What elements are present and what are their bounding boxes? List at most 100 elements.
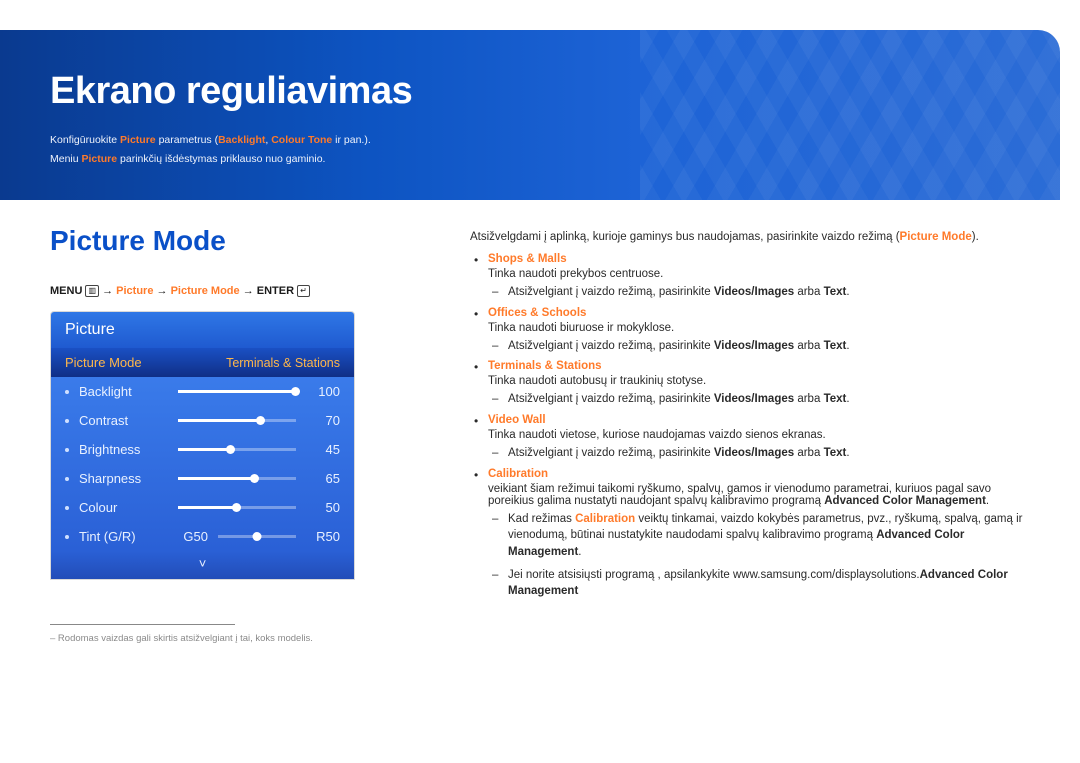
osd-item: Colour 50 bbox=[51, 493, 354, 522]
chapter-header: Ekrano reguliavimas Konfigūruokite Pictu… bbox=[0, 30, 1060, 200]
slider-knob bbox=[253, 532, 262, 541]
slider-fill bbox=[178, 419, 261, 422]
tint-r: R50 bbox=[306, 529, 340, 544]
chapter-title: Ekrano reguliavimas bbox=[50, 70, 1010, 113]
slider-fill bbox=[178, 506, 237, 509]
osd-tint-row: Tint (G/R) G50 R50 bbox=[51, 522, 354, 551]
tint-slider bbox=[218, 535, 296, 538]
osd-item-value: 45 bbox=[306, 442, 340, 457]
slider bbox=[178, 390, 296, 393]
text: ir pan.). bbox=[332, 134, 371, 146]
mode-sublist: Atsižvelgiant į vaizdo režimą, pasirinki… bbox=[488, 445, 1040, 462]
mode-sublist: Atsižvelgiant į vaizdo režimą, pasirinki… bbox=[488, 391, 1040, 408]
osd-item-value: 100 bbox=[306, 384, 340, 399]
menu-icon: ▥ bbox=[85, 285, 99, 297]
dot-icon bbox=[65, 419, 69, 423]
bc-arrow: → bbox=[102, 285, 116, 297]
mode-sublist: Kad režimas Calibration veiktų tinkamai,… bbox=[488, 511, 1040, 600]
text: parinkčių išdėstymas priklauso nuo gamin… bbox=[117, 153, 325, 165]
text: Backlight bbox=[218, 134, 265, 146]
osd-body: Backlight 100 Contrast 70 Brightness 45 Sharpn… bbox=[51, 377, 354, 551]
mode-desc: veikiant šiam režimui taikomi ryškumo, s… bbox=[488, 483, 1040, 507]
text: Picture bbox=[82, 153, 118, 165]
slider bbox=[178, 419, 296, 422]
osd-item-label: Contrast bbox=[79, 413, 174, 428]
mode-subitem: Kad režimas Calibration veiktų tinkamai,… bbox=[488, 511, 1040, 561]
mode-sublist: Atsižvelgiant į vaizdo režimą, pasirinki… bbox=[488, 284, 1040, 301]
mode-subitem: Atsižvelgiant į vaizdo režimą, pasirinki… bbox=[488, 391, 1040, 408]
section-title: Picture Mode bbox=[50, 225, 440, 257]
text: Picture Mode bbox=[900, 231, 972, 243]
bc-arrow: → bbox=[153, 285, 170, 297]
bc-enter: ENTER bbox=[257, 285, 294, 297]
page-content: Picture Mode MENU ▥ → Picture → Picture … bbox=[50, 225, 1040, 763]
osd-selected-row: Picture Mode Terminals & Stations bbox=[51, 348, 354, 377]
osd-item-value: 65 bbox=[306, 471, 340, 486]
mode-subitem: Atsižvelgiant į vaizdo režimą, pasirinki… bbox=[488, 445, 1040, 462]
osd-item: Backlight 100 bbox=[51, 377, 354, 406]
mode-subitem: Jei norite atsisiųsti programą , apsilan… bbox=[488, 567, 1040, 600]
slider bbox=[178, 448, 296, 451]
osd-item-label: Brightness bbox=[79, 442, 174, 457]
text: Konfigūruokite bbox=[50, 134, 120, 146]
chapter-subtitle: Konfigūruokite Picture parametrus (Backl… bbox=[50, 131, 1010, 169]
dot-icon bbox=[65, 390, 69, 394]
enter-icon: ↵ bbox=[297, 285, 310, 297]
dot-icon bbox=[65, 477, 69, 481]
osd-item-label: Tint (G/R) bbox=[79, 529, 174, 544]
text: Meniu bbox=[50, 153, 82, 165]
mode-name: Calibration bbox=[488, 468, 548, 480]
osd-selected-value: Terminals & Stations bbox=[226, 356, 340, 370]
osd-item-label: Backlight bbox=[79, 384, 174, 399]
mode-item: Calibration veikiant šiam režimui taikomi… bbox=[470, 468, 1040, 600]
bc-menu: MENU bbox=[50, 285, 82, 297]
menu-breadcrumb: MENU ▥ → Picture → Picture Mode → ENTER … bbox=[50, 285, 440, 297]
text: Picture bbox=[120, 134, 156, 146]
mode-name: Shops & Malls bbox=[488, 253, 567, 265]
left-column: Picture Mode MENU ▥ → Picture → Picture … bbox=[50, 225, 440, 644]
slider-fill bbox=[178, 477, 255, 480]
osd-item-label: Sharpness bbox=[79, 471, 174, 486]
osd-item: Contrast 70 bbox=[51, 406, 354, 435]
slider-fill bbox=[178, 390, 296, 393]
mode-name: Video Wall bbox=[488, 414, 546, 426]
dot-icon bbox=[65, 506, 69, 510]
osd-item-label: Colour bbox=[79, 500, 174, 515]
osd-item: Brightness 45 bbox=[51, 435, 354, 464]
bc-picture: Picture bbox=[116, 285, 153, 297]
mode-sublist: Atsižvelgiant į vaizdo režimą, pasirinki… bbox=[488, 338, 1040, 355]
osd-panel: Picture Picture Mode Terminals & Station… bbox=[50, 311, 355, 580]
text: Colour Tone bbox=[271, 134, 332, 146]
intro-text: Atsižvelgdami į aplinką, kurioje gaminys… bbox=[470, 231, 1040, 243]
text: Atsižvelgdami į aplinką, kurioje gaminys… bbox=[470, 231, 900, 243]
right-column: Atsižvelgdami į aplinką, kurioje gaminys… bbox=[470, 225, 1040, 600]
mode-desc: Tinka naudoti autobusų ir traukinių stot… bbox=[488, 375, 1040, 387]
slider bbox=[178, 477, 296, 480]
text: parametrus ( bbox=[156, 134, 218, 146]
mode-subitem: Atsižvelgiant į vaizdo režimą, pasirinki… bbox=[488, 284, 1040, 301]
mode-item: Shops & Malls Tinka naudoti prekybos cent… bbox=[470, 253, 1040, 301]
bc-picture-mode: Picture Mode bbox=[171, 285, 240, 297]
osd-item: Sharpness 65 bbox=[51, 464, 354, 493]
mode-item: Offices & Schools Tinka naudoti biuruose … bbox=[470, 307, 1040, 355]
osd-item-value: 70 bbox=[306, 413, 340, 428]
osd-item-value: 50 bbox=[306, 500, 340, 515]
osd-selected-label: Picture Mode bbox=[65, 355, 142, 370]
tint-g: G50 bbox=[174, 529, 208, 544]
mode-name: Terminals & Stations bbox=[488, 360, 602, 372]
dot-icon bbox=[65, 535, 69, 539]
slider-fill bbox=[178, 448, 231, 451]
text: ). bbox=[972, 231, 979, 243]
mode-subitem: Atsižvelgiant į vaizdo režimą, pasirinki… bbox=[488, 338, 1040, 355]
mode-list: Shops & Malls Tinka naudoti prekybos cent… bbox=[470, 253, 1040, 600]
mode-desc: Tinka naudoti biuruose ir mokyklose. bbox=[488, 322, 1040, 334]
chevron-down-icon: ˅ bbox=[51, 551, 354, 579]
bc-arrow: → bbox=[240, 285, 257, 297]
footnote-rule bbox=[50, 624, 235, 625]
osd-title: Picture bbox=[51, 312, 354, 348]
dot-icon bbox=[65, 448, 69, 452]
mode-desc: Tinka naudoti prekybos centruose. bbox=[488, 268, 1040, 280]
footnote: – Rodomas vaizdas gali skirtis atsižvelg… bbox=[50, 633, 440, 644]
mode-desc: Tinka naudoti vietose, kuriose naudojama… bbox=[488, 429, 1040, 441]
mode-name: Offices & Schools bbox=[488, 307, 586, 319]
